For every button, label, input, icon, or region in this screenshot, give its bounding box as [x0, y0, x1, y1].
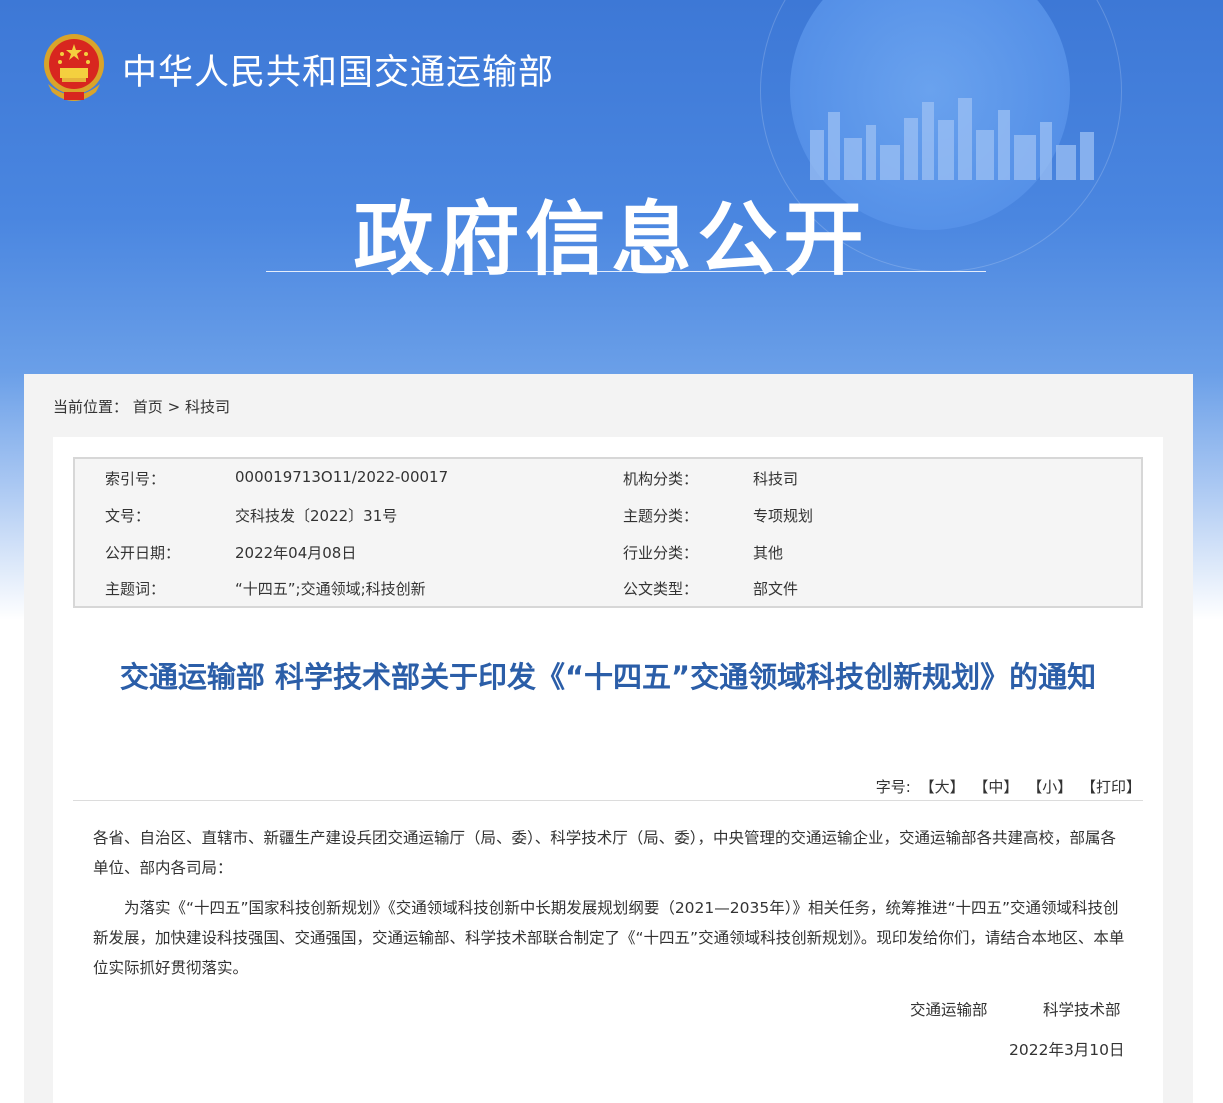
- font-size-large-button[interactable]: 【大】: [920, 778, 965, 796]
- meta-docno-label: 文号：: [105, 507, 151, 525]
- meta-doctype-value: 部文件: [753, 580, 799, 598]
- meta-industry-label: 行业分类：: [623, 544, 699, 562]
- meta-row-date: 公开日期： 2022年04月08日 行业分类： 其他: [75, 542, 1141, 566]
- font-size-label: 字号:: [875, 778, 911, 796]
- sign-date: 2022年3月10日: [1009, 1041, 1125, 1059]
- meta-row-keyword: 主题词： “十四五”;交通领域;科技创新 公文类型： 部文件: [75, 578, 1141, 602]
- print-button[interactable]: 【打印】: [1081, 778, 1141, 796]
- meta-org-label: 机构分类：: [623, 470, 699, 488]
- meta-row-index: 索引号： 000019713O11/2022-00017 机构分类： 科技司: [75, 468, 1141, 492]
- breadcrumb: 当前位置： 首页 > 科技司: [53, 396, 230, 417]
- font-size-small-button[interactable]: 【小】: [1027, 778, 1072, 796]
- meta-row-docno: 文号： 交科技发〔2022〕31号 主题分类： 专项规划: [75, 505, 1141, 529]
- meta-industry-value: 其他: [753, 544, 784, 562]
- city-skyline-icon: [810, 98, 1094, 180]
- font-size-medium-button[interactable]: 【中】: [973, 778, 1018, 796]
- meta-index-value: 000019713O11/2022-00017: [235, 468, 449, 486]
- breadcrumb-home-link[interactable]: 首页: [133, 398, 163, 416]
- meta-topic-value: 专项规划: [753, 507, 814, 525]
- meta-doctype-label: 公文类型：: [623, 580, 699, 598]
- site-title[interactable]: 中华人民共和国交通运输部: [122, 44, 554, 95]
- meta-index-label: 索引号：: [105, 470, 166, 488]
- meta-keyword-label: 主题词：: [105, 580, 166, 598]
- section-title: 政府信息公开: [353, 193, 870, 286]
- meta-org-value: 科技司: [753, 470, 799, 488]
- national-emblem-icon: [44, 34, 104, 101]
- meta-docno-value: 交科技发〔2022〕31号: [235, 507, 398, 525]
- title-underline: [266, 271, 986, 272]
- main-panel: 当前位置： 首页 > 科技司 索引号： 000019713O11/2022-00…: [24, 374, 1193, 1103]
- breadcrumb-label: 当前位置：: [53, 398, 129, 416]
- signer-science: 科学技术部: [1043, 1001, 1121, 1019]
- document-paragraph: 为落实《“十四五”国家科技创新规划》《交通领域科技创新中长期发展规划纲要（202…: [93, 899, 1125, 977]
- document-recipients: 各省、自治区、直辖市、新疆生产建设兵团交通运输厅（局、委）、科学技术厅（局、委）…: [93, 829, 1117, 877]
- meta-keyword-value: “十四五”;交通领域;科技创新: [235, 580, 426, 598]
- meta-date-value: 2022年04月08日: [235, 544, 357, 562]
- divider: [73, 800, 1143, 801]
- document-title: 交通运输部 科学技术部关于印发《“十四五”交通领域科技创新规划》的通知: [119, 660, 1097, 694]
- meta-date-label: 公开日期：: [105, 544, 181, 562]
- content-area: 索引号： 000019713O11/2022-00017 机构分类： 科技司 文…: [53, 437, 1163, 1103]
- signer-transport: 交通运输部: [910, 1001, 988, 1019]
- breadcrumb-separator: >: [167, 398, 181, 416]
- font-size-toolbar: 字号: 【大】 【中】 【小】 【打印】: [872, 776, 1141, 797]
- meta-topic-label: 主题分类：: [623, 507, 699, 525]
- breadcrumb-dept-link[interactable]: 科技司: [185, 398, 230, 416]
- metadata-table: 索引号： 000019713O11/2022-00017 机构分类： 科技司 文…: [73, 457, 1143, 608]
